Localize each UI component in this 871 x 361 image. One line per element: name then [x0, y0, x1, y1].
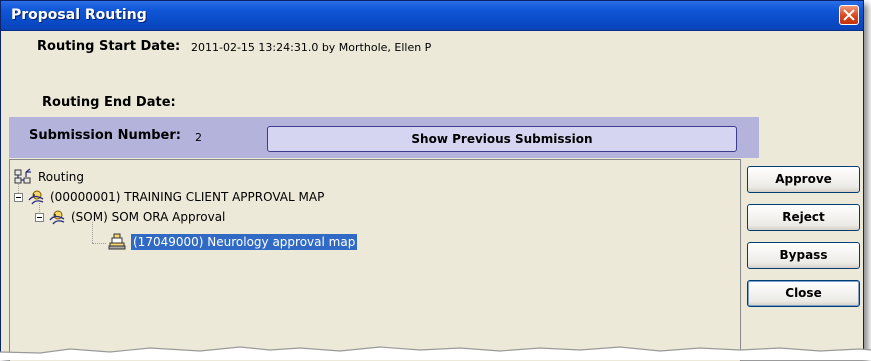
routing-end-label: Routing End Date:	[42, 95, 176, 110]
collapse-toggle-icon[interactable]	[35, 212, 44, 222]
tree-node-label-selected: (17049000) Neurology approval map	[131, 234, 358, 250]
torn-edge	[0, 346, 871, 360]
approval-map-icon	[28, 190, 44, 205]
stop-map-icon	[108, 233, 126, 250]
tree-node-label: Routing	[38, 170, 85, 184]
collapse-toggle-icon[interactable]	[14, 192, 23, 202]
tree-node-label: (00000001) TRAINING CLIENT APPROVAL MAP	[50, 190, 325, 204]
tree-node-level1[interactable]: (00000001) TRAINING CLIENT APPROVAL MAP	[14, 188, 324, 206]
routing-tree[interactable]: Routing (00000001) TRAINING CLIENT APPRO…	[9, 159, 741, 361]
routing-start-label: Routing Start Date:	[37, 39, 181, 54]
proposal-routing-dialog: Proposal Routing Routing Start Date: 201…	[0, 0, 864, 361]
reject-button[interactable]: Reject	[747, 204, 860, 231]
title-bar[interactable]: Proposal Routing	[1, 1, 863, 31]
tree-node-level2[interactable]: (SOM) SOM ORA Approval	[35, 208, 225, 226]
routing-tree-icon	[14, 168, 31, 184]
window-title: Proposal Routing	[11, 7, 147, 23]
show-previous-submission-button[interactable]: Show Previous Submission	[267, 126, 737, 152]
tree-node-label: (SOM) SOM ORA Approval	[71, 210, 226, 224]
approval-map-icon	[49, 210, 65, 225]
tree-connector	[92, 243, 106, 244]
tree-node-level3[interactable]: (17049000) Neurology approval map	[107, 233, 358, 251]
close-button[interactable]: Close	[747, 280, 860, 307]
tree-node-root[interactable]: Routing	[14, 168, 84, 186]
submission-number-label: Submission Number:	[29, 128, 181, 143]
window-close-button[interactable]	[839, 5, 859, 25]
routing-start-value: 2011-02-15 13:24:31.0 by Morthole, Ellen…	[191, 41, 432, 54]
approve-button[interactable]: Approve	[747, 166, 860, 193]
bypass-button[interactable]: Bypass	[747, 242, 860, 269]
submission-number-value: 2	[195, 131, 202, 144]
